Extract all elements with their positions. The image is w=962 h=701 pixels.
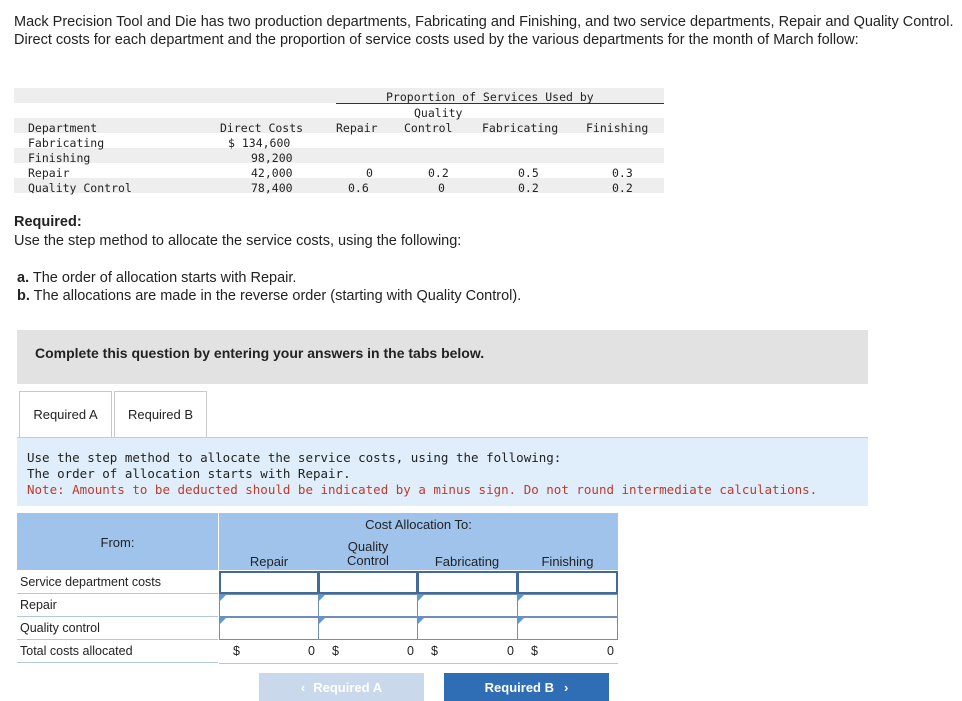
service-repair-input[interactable] <box>219 571 319 594</box>
service-qc-input[interactable] <box>318 571 418 594</box>
col-qc-header-2: Control <box>347 553 389 568</box>
row-total-costs: Total costs allocated <box>17 640 218 663</box>
input-flag-icon <box>220 595 226 601</box>
input-flag-icon <box>418 618 424 624</box>
repair-repair-input[interactable] <box>219 594 319 617</box>
col-finishing: Finishing <box>586 121 649 135</box>
tab-required-b[interactable]: Required B <box>114 391 207 437</box>
input-flag-icon <box>518 595 524 601</box>
from-label: From: <box>100 535 135 550</box>
col-direct-costs: Direct Costs <box>220 121 304 135</box>
input-flag-icon <box>418 595 424 601</box>
col-finishing-header: Finishing <box>541 554 594 569</box>
total-fabricating: $0 <box>417 640 518 664</box>
col-qc-header-1: Quality <box>347 539 389 554</box>
service-qc-field[interactable] <box>320 573 416 592</box>
instruction-line-1: Use the step method to allocate the serv… <box>27 450 562 465</box>
input-flag-icon <box>319 618 325 624</box>
service-fabricating-field[interactable] <box>419 573 516 592</box>
service-finishing-input[interactable] <box>517 571 618 594</box>
service-fabricating-input[interactable] <box>417 571 518 594</box>
requirement-b: b. The allocations are made in the rever… <box>17 288 522 304</box>
tab-instructions: Use the step method to allocate the serv… <box>17 438 868 506</box>
proportion-underline <box>336 103 664 104</box>
row-service-costs: Service department costs <box>17 571 218 594</box>
instruction-note: Note: Amounts to be deducted should be i… <box>27 482 818 497</box>
repair-fabricating-field[interactable] <box>418 595 517 616</box>
qc-fabricating-field[interactable] <box>418 618 517 639</box>
repair-qc-input[interactable] <box>318 594 418 617</box>
problem-intro: Mack Precision Tool and Die has two prod… <box>14 14 954 48</box>
total-repair: $0 <box>219 640 319 664</box>
col-department: Department <box>28 121 98 135</box>
instructions-banner: Complete this question by entering your … <box>17 330 868 384</box>
instruction-line-2: The order of allocation starts with Repa… <box>27 466 351 481</box>
qc-repair-input[interactable] <box>219 617 319 640</box>
service-finishing-field[interactable] <box>519 573 616 592</box>
input-flag-icon <box>518 618 524 624</box>
col-repair: Repair <box>336 121 378 135</box>
col-fabricating: Fabricating <box>482 121 559 135</box>
repair-qc-field[interactable] <box>319 595 417 616</box>
allocation-grid: From: Cost Allocation To: Repair Quality… <box>17 513 618 664</box>
input-flag-icon <box>319 595 325 601</box>
qc-qc-input[interactable] <box>318 617 418 640</box>
qc-finishing-field[interactable] <box>518 618 617 639</box>
repair-fabricating-input[interactable] <box>417 594 518 617</box>
qc-repair-field[interactable] <box>220 618 318 639</box>
tab-required-a[interactable]: Required A <box>19 391 112 437</box>
row-quality-control: Quality control <box>17 617 218 640</box>
total-finishing: $0 <box>517 640 618 664</box>
repair-finishing-field[interactable] <box>518 595 617 616</box>
cost-allocation-label: Cost Allocation To: <box>365 517 472 532</box>
required-title: Required: <box>14 214 82 230</box>
input-flag-icon <box>220 618 226 624</box>
row-repair: Repair <box>17 594 218 617</box>
qc-fabricating-input[interactable] <box>417 617 518 640</box>
col-qc-line1: Quality <box>414 106 463 120</box>
total-qc: $0 <box>318 640 418 664</box>
col-fabricating-header: Fabricating <box>434 554 500 569</box>
repair-finishing-input[interactable] <box>517 594 618 617</box>
qc-finishing-input[interactable] <box>517 617 618 640</box>
qc-qc-field[interactable] <box>319 618 417 639</box>
requirement-a: a. The order of allocation starts with R… <box>17 270 297 286</box>
col-repair-header: Repair <box>249 554 289 569</box>
chevron-left-icon: ‹ <box>300 679 306 695</box>
service-repair-field[interactable] <box>221 573 317 592</box>
cost-data-table: Proportion of Services Used by Quality D… <box>14 88 664 196</box>
chevron-right-icon: › <box>564 679 569 695</box>
repair-repair-field[interactable] <box>220 595 318 616</box>
col-qc-line2: Control <box>404 121 453 135</box>
required-text: Use the step method to allocate the serv… <box>14 233 462 249</box>
